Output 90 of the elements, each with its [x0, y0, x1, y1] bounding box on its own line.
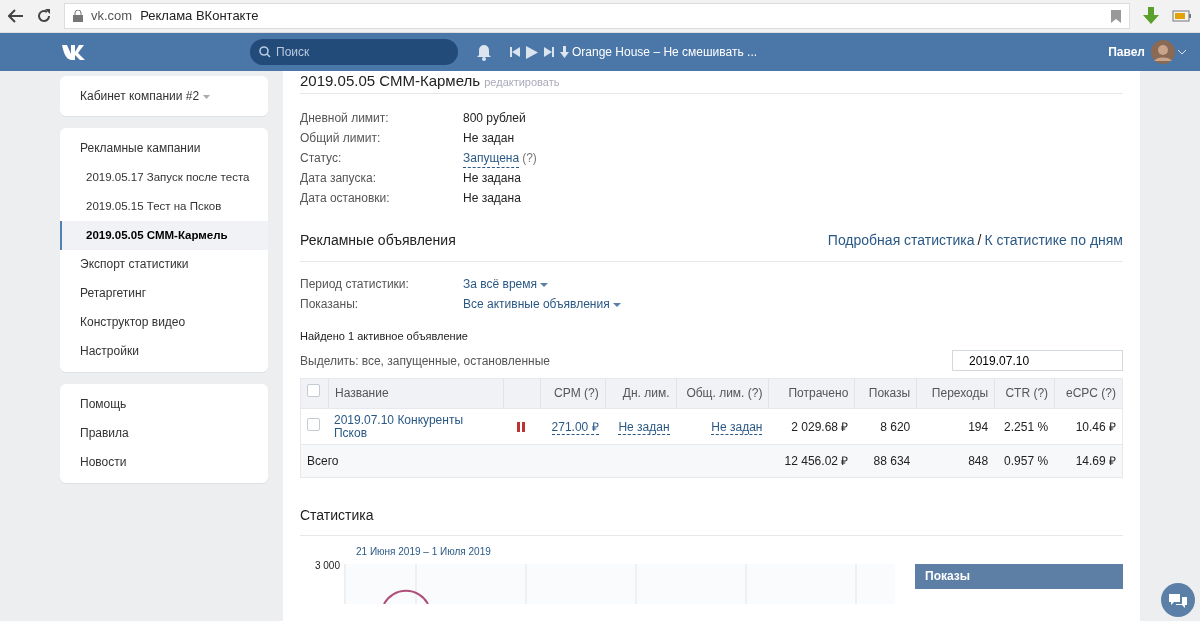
sidebar-item[interactable]: Настройки: [60, 337, 268, 366]
field-label: Статус:: [300, 150, 343, 167]
avatar[interactable]: [1151, 40, 1175, 64]
back-icon[interactable]: [8, 9, 24, 23]
play-icon[interactable]: [526, 45, 538, 59]
caret-icon[interactable]: [202, 94, 210, 99]
caret-icon[interactable]: [540, 282, 549, 287]
column-header[interactable]: Переходы: [916, 379, 995, 408]
sidebar-link[interactable]: Правила: [60, 419, 268, 448]
column-header[interactable]: Потрачено: [768, 379, 855, 408]
bell-icon[interactable]: [476, 43, 492, 61]
filter-dropdown[interactable]: Все активные объявления: [463, 295, 621, 313]
user-name[interactable]: Павел: [1108, 43, 1145, 61]
legend-header: Показы: [915, 564, 1123, 589]
address-bar[interactable]: vk.com Реклама ВКонтакте: [64, 3, 1130, 29]
search-field[interactable]: 2019.07.10: [952, 350, 1123, 371]
sidebar-item[interactable]: 2019.05.17 Запуск после теста: [60, 163, 268, 192]
stats-link[interactable]: Подробная статистика: [827, 230, 975, 251]
total-label: Всего: [306, 454, 339, 468]
column-header[interactable]: Показы: [854, 379, 917, 408]
table-cell: 12 456.02 ₽: [784, 454, 849, 468]
select-links[interactable]: все, запущенные, остановленные: [361, 351, 550, 370]
table-cell: 194: [968, 419, 989, 434]
table-cell: 2 029.68 ₽: [791, 419, 849, 434]
field-value: Не задан: [463, 130, 515, 147]
table-cell: 10.46 ₽: [1075, 419, 1116, 434]
select-label: Выделить:: [300, 352, 359, 370]
axis-label: 3 000: [313, 559, 341, 573]
sidebar-item[interactable]: Конструктор видео: [60, 308, 268, 337]
field-label: Общий лимит:: [300, 130, 382, 147]
select-all-checkbox[interactable]: [307, 384, 320, 397]
chat-icon: [1168, 591, 1188, 609]
column-header[interactable]: Название: [328, 379, 503, 408]
sidebar-link[interactable]: Новости: [60, 448, 268, 477]
bookmark-icon[interactable]: [1111, 9, 1121, 23]
next-icon[interactable]: [544, 47, 554, 57]
filter-label: Период статистики:: [300, 276, 410, 293]
stats-link[interactable]: К статистике по дням: [984, 230, 1123, 251]
status-link[interactable]: Запущена: [463, 148, 520, 168]
chat-button[interactable]: [1161, 583, 1195, 617]
table-cell: 14.69 ₽: [1075, 454, 1116, 468]
field-value: Не задана: [463, 190, 521, 207]
sidebar-item[interactable]: 2019.05.15 Тест на Псков: [60, 192, 268, 221]
field-value: Не задана: [463, 170, 521, 187]
column-header[interactable]: CTR (?): [994, 379, 1055, 408]
column-header[interactable]: eCPC (?): [1054, 379, 1122, 408]
table-cell: 88 634: [873, 454, 911, 468]
found-count: Найдено 1 активное объявление: [300, 329, 469, 344]
download-icon[interactable]: [560, 46, 569, 58]
campaign-title: 2019.05.05 СММ-Кармель: [300, 72, 481, 89]
column-header[interactable]: Общ. лим. (?): [675, 379, 769, 408]
table-cell: 0.957 %: [1004, 454, 1049, 468]
column-header[interactable]: Дн. лим.: [604, 379, 676, 408]
table-cell: 848: [968, 454, 989, 468]
limit-link[interactable]: 271.00 ₽: [551, 419, 599, 435]
filter-dropdown[interactable]: За всё время: [463, 275, 549, 293]
limit-link[interactable]: Не задан: [711, 419, 763, 435]
lock-icon: [73, 10, 83, 22]
table-cell: 8 620: [880, 419, 911, 434]
sidebar-item[interactable]: Экспорт статистики: [60, 250, 268, 279]
reload-icon[interactable]: [36, 8, 52, 24]
field-label: Дата остановки:: [300, 190, 391, 207]
help-hint[interactable]: (?): [522, 149, 537, 167]
row-checkbox[interactable]: [307, 417, 320, 431]
sidebar-link[interactable]: Помощь: [60, 390, 268, 419]
caret-icon[interactable]: [613, 302, 621, 307]
battery-icon[interactable]: [1172, 10, 1192, 22]
ad-name[interactable]: 2019.07.10 Конкуренты Псков: [334, 413, 497, 440]
filter-label: Показаны:: [300, 296, 360, 313]
field-label: Дата запуска:: [300, 170, 377, 187]
field-label: Дневной лимит:: [300, 110, 390, 127]
column-header[interactable]: CPM (?): [539, 379, 605, 408]
track-title[interactable]: Orange House – Не смешивать ...: [572, 43, 758, 61]
sidebar-item[interactable]: 2019.05.05 СММ-Кармель: [60, 221, 268, 250]
download-icon[interactable]: [1142, 7, 1160, 25]
field-value: 800 рублей: [463, 110, 526, 127]
table-cell: 2.251 %: [1004, 419, 1049, 434]
page-title: Реклама ВКонтакте: [140, 7, 259, 26]
search-field[interactable]: Поиск: [250, 39, 458, 65]
period-label: 21 Июня 2019 – 1 Июля 2019: [355, 545, 492, 559]
limit-link[interactable]: Не задан: [618, 419, 670, 435]
url-text: vk.com: [91, 7, 133, 26]
sidebar-item[interactable]: Рекламные кампании: [60, 134, 268, 163]
separator: /: [977, 231, 982, 250]
pause-icon[interactable]: [517, 422, 526, 433]
caret-icon[interactable]: [1178, 49, 1186, 55]
previous-icon[interactable]: [510, 47, 520, 57]
section-title: Статистика: [300, 506, 374, 525]
sidebar-item[interactable]: Ретаргетинг: [60, 279, 268, 308]
section-title: Рекламные объявления: [300, 231, 456, 250]
